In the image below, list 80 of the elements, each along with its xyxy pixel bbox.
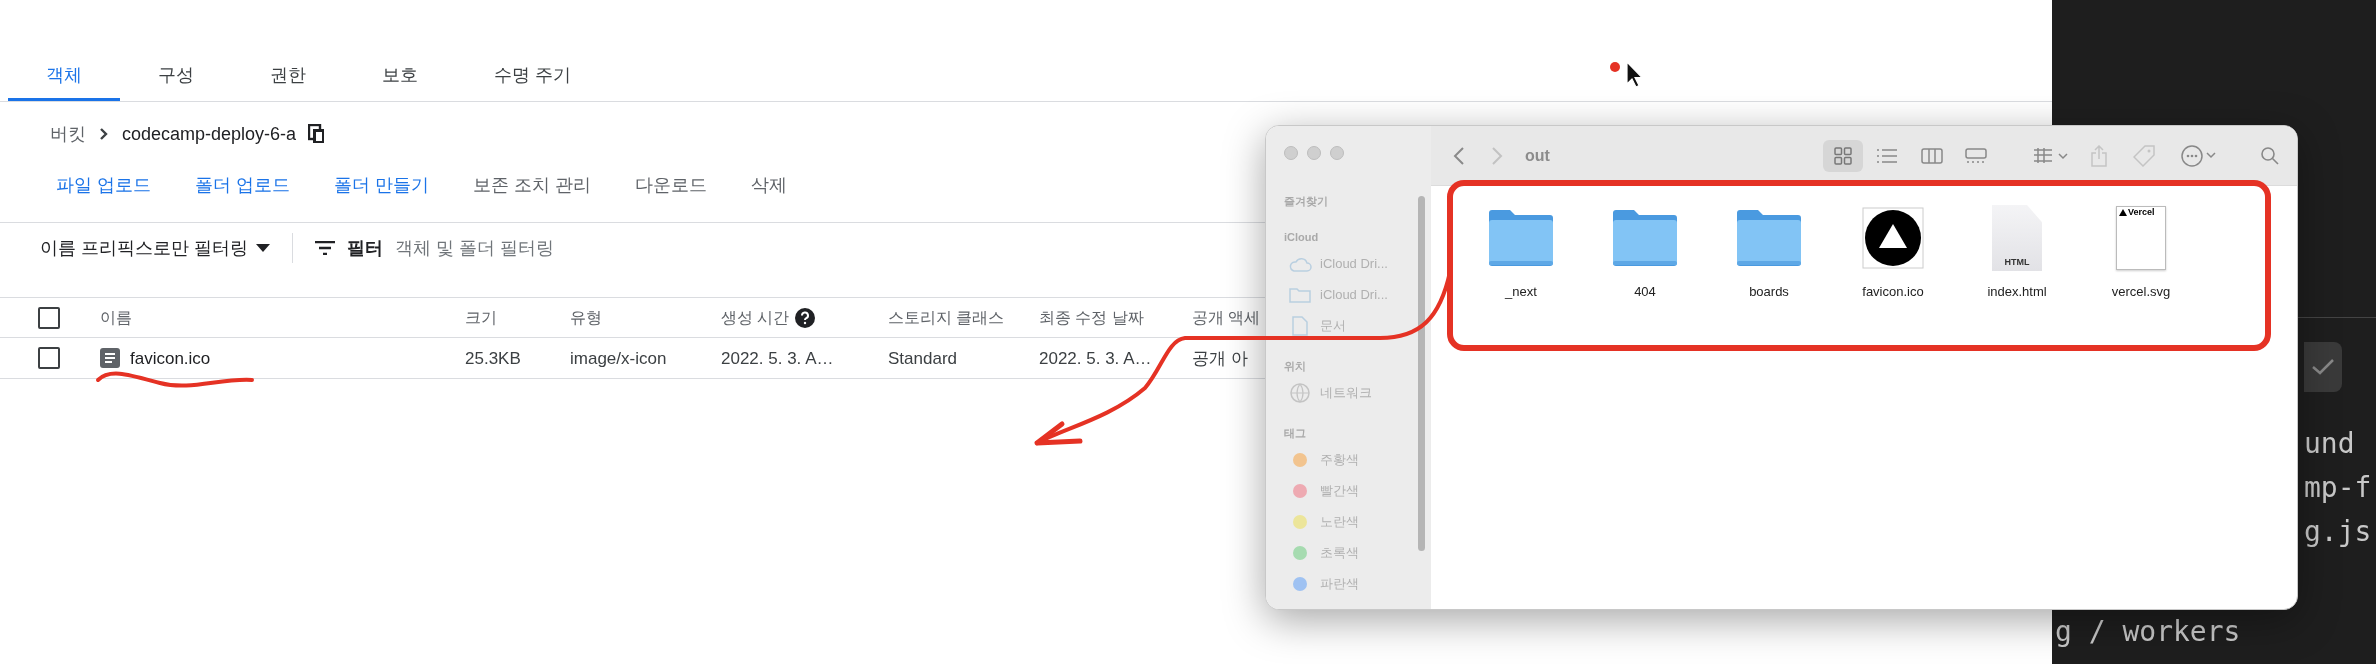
column-header: 스토리지 클래스 (888, 309, 1005, 326)
document-icon (1292, 315, 1308, 336)
column-header: 이름 (100, 309, 132, 326)
confirm-button[interactable] (2304, 342, 2342, 392)
column-header: 공개 액세 (1192, 309, 1261, 326)
triangle-logo-icon (1862, 207, 1924, 269)
tab[interactable]: 객체 (8, 52, 120, 101)
cursor-icon (1626, 60, 1644, 88)
tag-icon[interactable] (2133, 144, 2155, 167)
file-item[interactable]: favicon.ico (1831, 200, 1955, 302)
file-icon (100, 348, 120, 368)
cloud-icon (1288, 255, 1312, 272)
forward-icon[interactable] (1491, 146, 1503, 165)
terminal-line: und (2303, 426, 2356, 462)
window-title: out (1525, 145, 1550, 166)
column-header: 생성 시간 (721, 309, 790, 326)
sidebar-heading: 태그 (1284, 425, 1307, 441)
html-document-icon: HTML (1992, 205, 2042, 271)
tab[interactable]: 구성 (120, 52, 232, 101)
file-item[interactable]: _next (1459, 200, 1583, 302)
svg-document-icon: Vercel (2116, 206, 2166, 270)
copy-icon[interactable] (308, 124, 327, 144)
help-icon[interactable] (795, 307, 816, 328)
bucket-name: codecamp-deploy-6-a (122, 122, 297, 146)
grid-icon (1834, 146, 1852, 165)
tab[interactable]: 권한 (232, 52, 344, 101)
pointer-dot (1610, 62, 1620, 72)
filter-button[interactable]: 필터 (315, 234, 383, 262)
table-cell: 2022. 5. 3. A… (721, 349, 834, 367)
tab[interactable]: 수명 주기 (456, 52, 609, 101)
folder-icon (1611, 209, 1679, 267)
window-control[interactable] (1284, 146, 1298, 160)
search-icon[interactable] (2261, 146, 2279, 165)
filter-mode-dropdown[interactable]: 이름 프리픽스로만 필터링 (40, 234, 270, 262)
sidebar-heading: 위치 (1284, 358, 1307, 374)
folder-icon (1289, 286, 1311, 303)
breadcrumb-link[interactable]: 버킷 (50, 120, 86, 148)
column-header: 최종 수정 날짜 (1039, 309, 1144, 326)
globe-icon (1290, 382, 1310, 403)
window-control[interactable] (1307, 146, 1321, 160)
terminal-line: g.js (2303, 514, 2373, 550)
back-icon[interactable] (1453, 146, 1465, 165)
list-view-icon[interactable] (1877, 148, 1897, 163)
folder-icon (1487, 209, 1555, 267)
table-cell: 25.3KB (465, 349, 521, 367)
action-link[interactable]: 폴더 업로드 (173, 171, 313, 199)
file-item[interactable]: boards (1707, 200, 1831, 302)
filter-input[interactable]: 객체 및 폴더 필터링 (395, 234, 715, 262)
table-cell: 공개 아 (1192, 349, 1248, 367)
icon-view-button[interactable] (1823, 139, 1863, 172)
file-item[interactable]: HTML index.html (1955, 200, 2079, 302)
sidebar-heading: iCloud (1284, 229, 1320, 245)
scrollbar[interactable] (1418, 196, 1425, 551)
file-item[interactable]: Vercel vercel.svg (2079, 200, 2203, 302)
table-cell: Standard (888, 349, 957, 367)
caret-icon (256, 244, 270, 252)
table-cell: image/x-icon (570, 349, 667, 367)
column-header: 크기 (465, 309, 497, 326)
checkbox[interactable] (38, 306, 60, 329)
table-cell: 2022. 5. 3. A… (1039, 349, 1152, 367)
share-icon[interactable] (2091, 144, 2107, 167)
column-view-icon[interactable] (1921, 147, 1943, 164)
file-item[interactable]: 404 (1583, 200, 1707, 302)
checkbox[interactable] (38, 347, 60, 369)
gallery-view-icon[interactable] (1965, 147, 1987, 164)
more-icon[interactable] (2181, 144, 2217, 167)
terminal-line: g / workers (2054, 614, 2242, 650)
action-link[interactable]: 파일 업로드 (34, 171, 173, 199)
file-link[interactable]: favicon.ico (130, 349, 211, 367)
folder-icon (1735, 209, 1803, 267)
chevron-icon (98, 127, 110, 141)
sidebar-heading: 즐겨찾기 (1284, 193, 1329, 209)
action-link[interactable]: 폴더 만들기 (312, 171, 452, 199)
terminal-line: mp-f (2303, 470, 2373, 506)
check-icon (2312, 359, 2334, 375)
tab[interactable]: 보호 (344, 52, 456, 101)
group-icon[interactable] (2033, 147, 2069, 164)
column-header: 유형 (570, 309, 602, 326)
window-control[interactable] (1330, 146, 1344, 160)
filter-icon (315, 241, 335, 255)
